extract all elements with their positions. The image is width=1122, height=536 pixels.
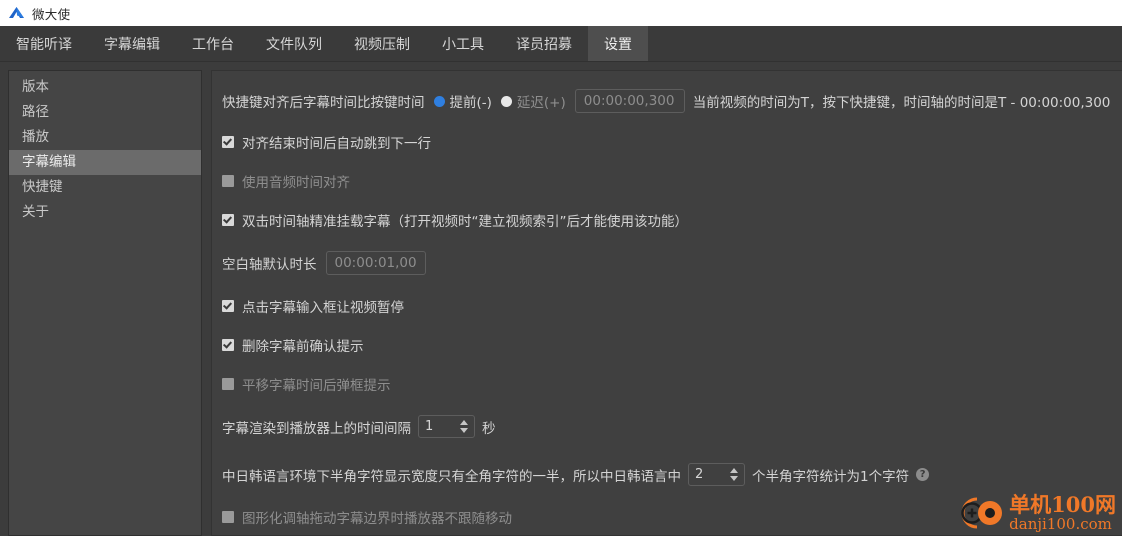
sidebar-item-shortcuts[interactable]: 快捷键 — [9, 175, 201, 200]
settings-content-panel: 快捷键对齐后字幕时间比按键时间 提前(-) 延迟(+) 当前视频的时间为T，按下… — [211, 70, 1122, 536]
radio-after[interactable]: 延迟(+) — [500, 91, 566, 111]
tab-workbench[interactable]: 工作台 — [176, 26, 250, 61]
checkbox-auto-next-box — [222, 136, 234, 148]
checkbox-shift-dialog[interactable]: 平移字幕时间后弹框提示 — [222, 373, 1122, 395]
row-blank-axis: 空白轴默认时长 — [222, 251, 1122, 275]
cjk-width-value: 2 — [695, 467, 704, 482]
render-interval-label: 字幕渲染到播放器上的时间间隔 — [222, 420, 411, 437]
main-tab-bar: 智能听译 字幕编辑 工作台 文件队列 视频压制 小工具 译员招募 设置 — [0, 26, 1122, 62]
sidebar-item-subtitle-edit[interactable]: 字幕编辑 — [9, 150, 201, 175]
checkbox-audio-align[interactable]: 使用音频时间对齐 — [222, 170, 1122, 192]
checkbox-drag-no-follow-box — [222, 511, 234, 523]
align-offset-input[interactable] — [574, 89, 685, 113]
blank-axis-input[interactable] — [325, 251, 426, 275]
render-interval-value: 1 — [425, 419, 434, 434]
chevron-down-icon[interactable] — [460, 428, 468, 433]
tab-subtitle-edit[interactable]: 字幕编辑 — [88, 26, 176, 61]
app-title: 微大使 — [32, 6, 71, 22]
checkbox-audio-align-label: 使用音频时间对齐 — [242, 175, 350, 191]
radio-after-label: 延迟(+) — [516, 95, 566, 111]
tab-video-encode[interactable]: 视频压制 — [338, 26, 426, 61]
checkbox-auto-next[interactable]: 对齐结束时间后自动跳到下一行 — [222, 131, 1122, 153]
row-align-offset: 快捷键对齐后字幕时间比按键时间 提前(-) 延迟(+) 当前视频的时间为T，按下… — [222, 89, 1122, 113]
tab-file-queue[interactable]: 文件队列 — [250, 26, 338, 61]
checkbox-click-pause-label: 点击字幕输入框让视频暂停 — [242, 300, 404, 316]
help-icon[interactable]: ? — [916, 468, 930, 481]
align-offset-hint: 当前视频的时间为T，按下快捷键，时间轴的时间是T - 00:00:00,300 — [692, 95, 1111, 111]
checkbox-click-pause-box — [222, 300, 234, 312]
blank-axis-label: 空白轴默认时长 — [222, 257, 317, 273]
tab-intelligent-transcribe[interactable]: 智能听译 — [0, 26, 88, 61]
chevron-down-icon[interactable] — [730, 476, 738, 481]
render-interval-unit: 秒 — [482, 420, 496, 437]
render-interval-stepper-buttons[interactable] — [457, 416, 474, 437]
chevron-up-icon[interactable] — [460, 420, 468, 425]
sidebar-item-version[interactable]: 版本 — [9, 75, 201, 100]
title-bar: 微大使 — [0, 0, 1122, 26]
radio-after-indicator — [500, 95, 512, 107]
workspace: 版本 路径 播放 字幕编辑 快捷键 关于 快捷键对齐后字幕时间比按键时间 提前(… — [0, 62, 1122, 536]
tab-tools[interactable]: 小工具 — [426, 26, 500, 61]
radio-before[interactable]: 提前(-) — [433, 91, 492, 111]
checkbox-dblclick-mount[interactable]: 双击时间轴精准挂载字幕（打开视频时“建立视频索引”后才能使用该功能） — [222, 209, 1122, 231]
cjk-width-label-prefix: 中日韩语言环境下半角字符显示宽度只有全角字符的一半，所以中日韩语言中 — [222, 468, 681, 485]
tab-settings[interactable]: 设置 — [588, 26, 648, 61]
tab-translator-recruit[interactable]: 译员招募 — [500, 26, 588, 61]
sidebar-item-path[interactable]: 路径 — [9, 100, 201, 125]
checkbox-click-pause[interactable]: 点击字幕输入框让视频暂停 — [222, 295, 1122, 317]
checkbox-drag-no-follow[interactable]: 图形化调轴拖动字幕边界时播放器不跟随移动 — [222, 506, 1122, 528]
chevron-up-icon[interactable] — [730, 468, 738, 473]
row-render-interval: 字幕渲染到播放器上的时间间隔 1 秒 — [222, 415, 1122, 438]
checkbox-delete-confirm[interactable]: 删除字幕前确认提示 — [222, 334, 1122, 356]
cjk-width-stepper-buttons[interactable] — [727, 464, 744, 485]
radio-before-indicator — [433, 95, 445, 107]
checkbox-delete-confirm-label: 删除字幕前确认提示 — [242, 339, 364, 355]
render-interval-stepper[interactable]: 1 — [418, 415, 475, 438]
align-offset-label: 快捷键对齐后字幕时间比按键时间 — [222, 95, 425, 111]
checkbox-audio-align-box — [222, 175, 234, 187]
checkbox-delete-confirm-box — [222, 339, 234, 351]
row-cjk-width: 中日韩语言环境下半角字符显示宽度只有全角字符的一半，所以中日韩语言中 2 个半角… — [222, 463, 1122, 486]
sidebar-item-about[interactable]: 关于 — [9, 200, 201, 225]
sidebar-item-playback[interactable]: 播放 — [9, 125, 201, 150]
app-logo-icon — [8, 6, 25, 20]
sidebar-splitter[interactable] — [202, 70, 211, 536]
cjk-width-label-suffix: 个半角字符统计为1个字符 — [752, 468, 910, 485]
checkbox-shift-dialog-box — [222, 378, 234, 390]
cjk-width-stepper[interactable]: 2 — [688, 463, 745, 486]
settings-sidebar: 版本 路径 播放 字幕编辑 快捷键 关于 — [8, 70, 202, 536]
checkbox-drag-no-follow-label: 图形化调轴拖动字幕边界时播放器不跟随移动 — [242, 511, 512, 527]
checkbox-dblclick-mount-box — [222, 214, 234, 226]
radio-before-label: 提前(-) — [449, 95, 492, 111]
checkbox-dblclick-mount-label: 双击时间轴精准挂载字幕（打开视频时“建立视频索引”后才能使用该功能） — [242, 214, 688, 230]
checkbox-shift-dialog-label: 平移字幕时间后弹框提示 — [242, 378, 391, 394]
checkbox-auto-next-label: 对齐结束时间后自动跳到下一行 — [242, 136, 431, 152]
